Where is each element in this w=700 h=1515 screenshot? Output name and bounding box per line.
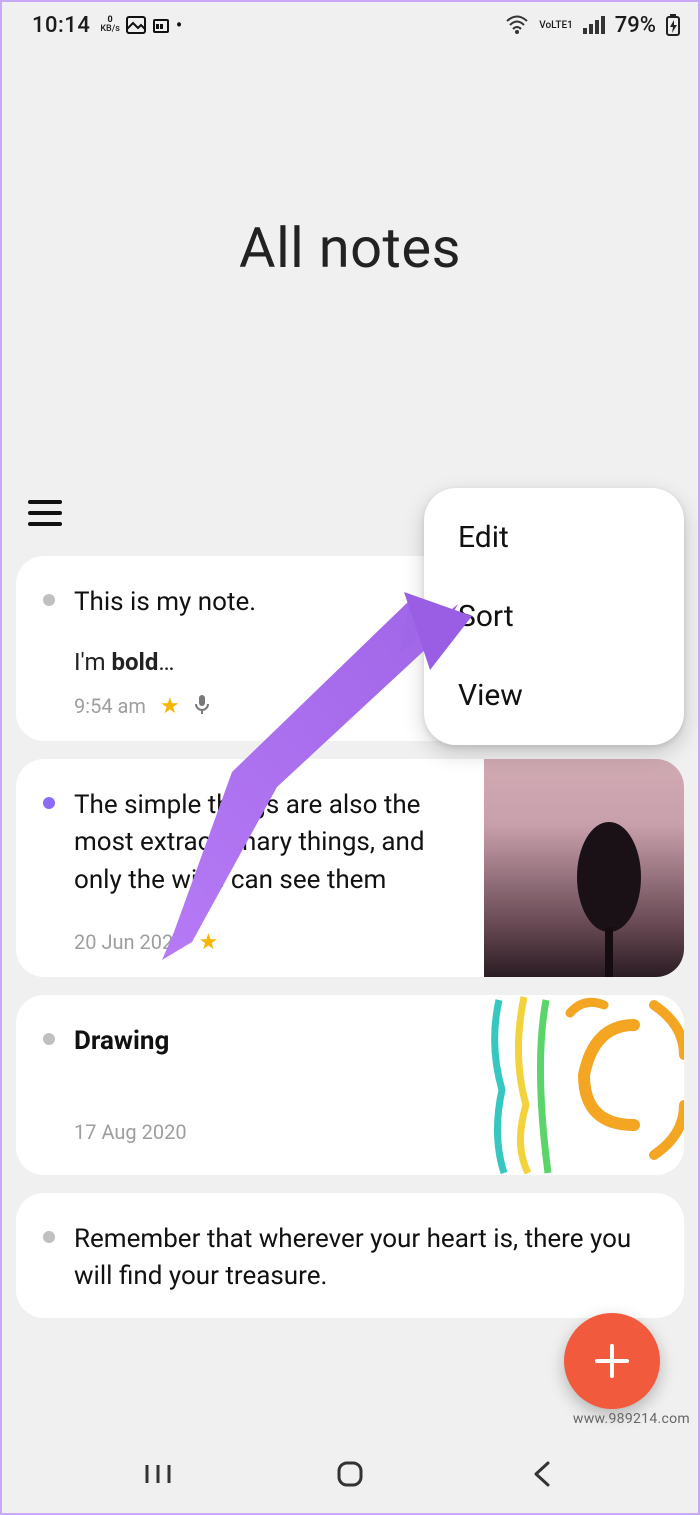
nav-back-button[interactable] bbox=[520, 1452, 564, 1496]
watermark: www.989214.com bbox=[573, 1411, 690, 1427]
sim-icon bbox=[152, 16, 170, 34]
more-status-dot-icon: • bbox=[176, 15, 182, 36]
note-card[interactable]: Drawing 17 Aug 2020 bbox=[16, 995, 684, 1175]
status-bar: 10:14 0 KB/s • VoLTE1 bbox=[2, 2, 698, 48]
plus-icon bbox=[591, 1340, 633, 1382]
battery-percent: 79% bbox=[615, 13, 656, 38]
battery-charging-icon bbox=[666, 14, 680, 36]
note-bullet bbox=[42, 1023, 56, 1153]
menu-item-view[interactable]: View bbox=[424, 656, 684, 735]
menu-button[interactable] bbox=[28, 500, 62, 526]
net-speed-indicator: 0 KB/s bbox=[100, 16, 120, 34]
note-thumbnail bbox=[484, 759, 684, 977]
star-icon: ★ bbox=[198, 930, 218, 955]
note-title: This is my note. bbox=[74, 584, 462, 622]
signal-icon bbox=[583, 16, 605, 34]
tree-silhouette bbox=[574, 817, 644, 977]
add-note-fab[interactable] bbox=[564, 1313, 660, 1409]
star-icon: ★ bbox=[160, 694, 180, 719]
note-bullet bbox=[42, 787, 56, 955]
note-card[interactable]: The simple things are also the most extr… bbox=[16, 759, 684, 977]
note-card[interactable]: Remember that wherever your heart is, th… bbox=[16, 1193, 684, 1318]
note-title: The simple things are also the most extr… bbox=[74, 787, 462, 900]
note-title: Drawing bbox=[74, 1023, 462, 1061]
note-snippet: I'm bold… bbox=[74, 648, 462, 676]
note-bullet bbox=[42, 1221, 56, 1296]
note-bullet bbox=[42, 584, 56, 719]
back-icon bbox=[530, 1459, 554, 1489]
doodle-drawing bbox=[484, 995, 684, 1175]
app-header: All notes bbox=[2, 48, 698, 478]
volte-label: VoLTE1 bbox=[539, 20, 573, 31]
screen: 10:14 0 KB/s • VoLTE1 bbox=[2, 2, 698, 1513]
overflow-menu: Edit Sort View bbox=[424, 488, 684, 745]
gallery-icon bbox=[126, 16, 146, 34]
note-date: 20 Jun 2020 bbox=[74, 930, 184, 954]
menu-item-edit[interactable]: Edit bbox=[424, 498, 684, 577]
nav-recents-button[interactable] bbox=[136, 1452, 180, 1496]
page-title: All notes bbox=[239, 215, 461, 281]
note-date: 17 Aug 2020 bbox=[74, 1120, 187, 1144]
microphone-icon bbox=[194, 694, 210, 719]
note-date: 9:54 am bbox=[74, 694, 146, 718]
system-nav-bar bbox=[2, 1435, 698, 1513]
note-thumbnail bbox=[484, 995, 684, 1175]
wifi-icon bbox=[505, 15, 529, 35]
note-meta: 17 Aug 2020 bbox=[74, 1120, 462, 1144]
recents-icon bbox=[143, 1461, 173, 1487]
status-time: 10:14 bbox=[32, 13, 90, 38]
note-meta: 9:54 am ★ bbox=[74, 694, 462, 719]
note-title: Remember that wherever your heart is, th… bbox=[74, 1221, 662, 1296]
home-icon bbox=[335, 1459, 365, 1489]
note-meta: 20 Jun 2020 ★ bbox=[74, 930, 462, 955]
nav-home-button[interactable] bbox=[328, 1452, 372, 1496]
menu-item-sort[interactable]: Sort bbox=[424, 577, 684, 656]
